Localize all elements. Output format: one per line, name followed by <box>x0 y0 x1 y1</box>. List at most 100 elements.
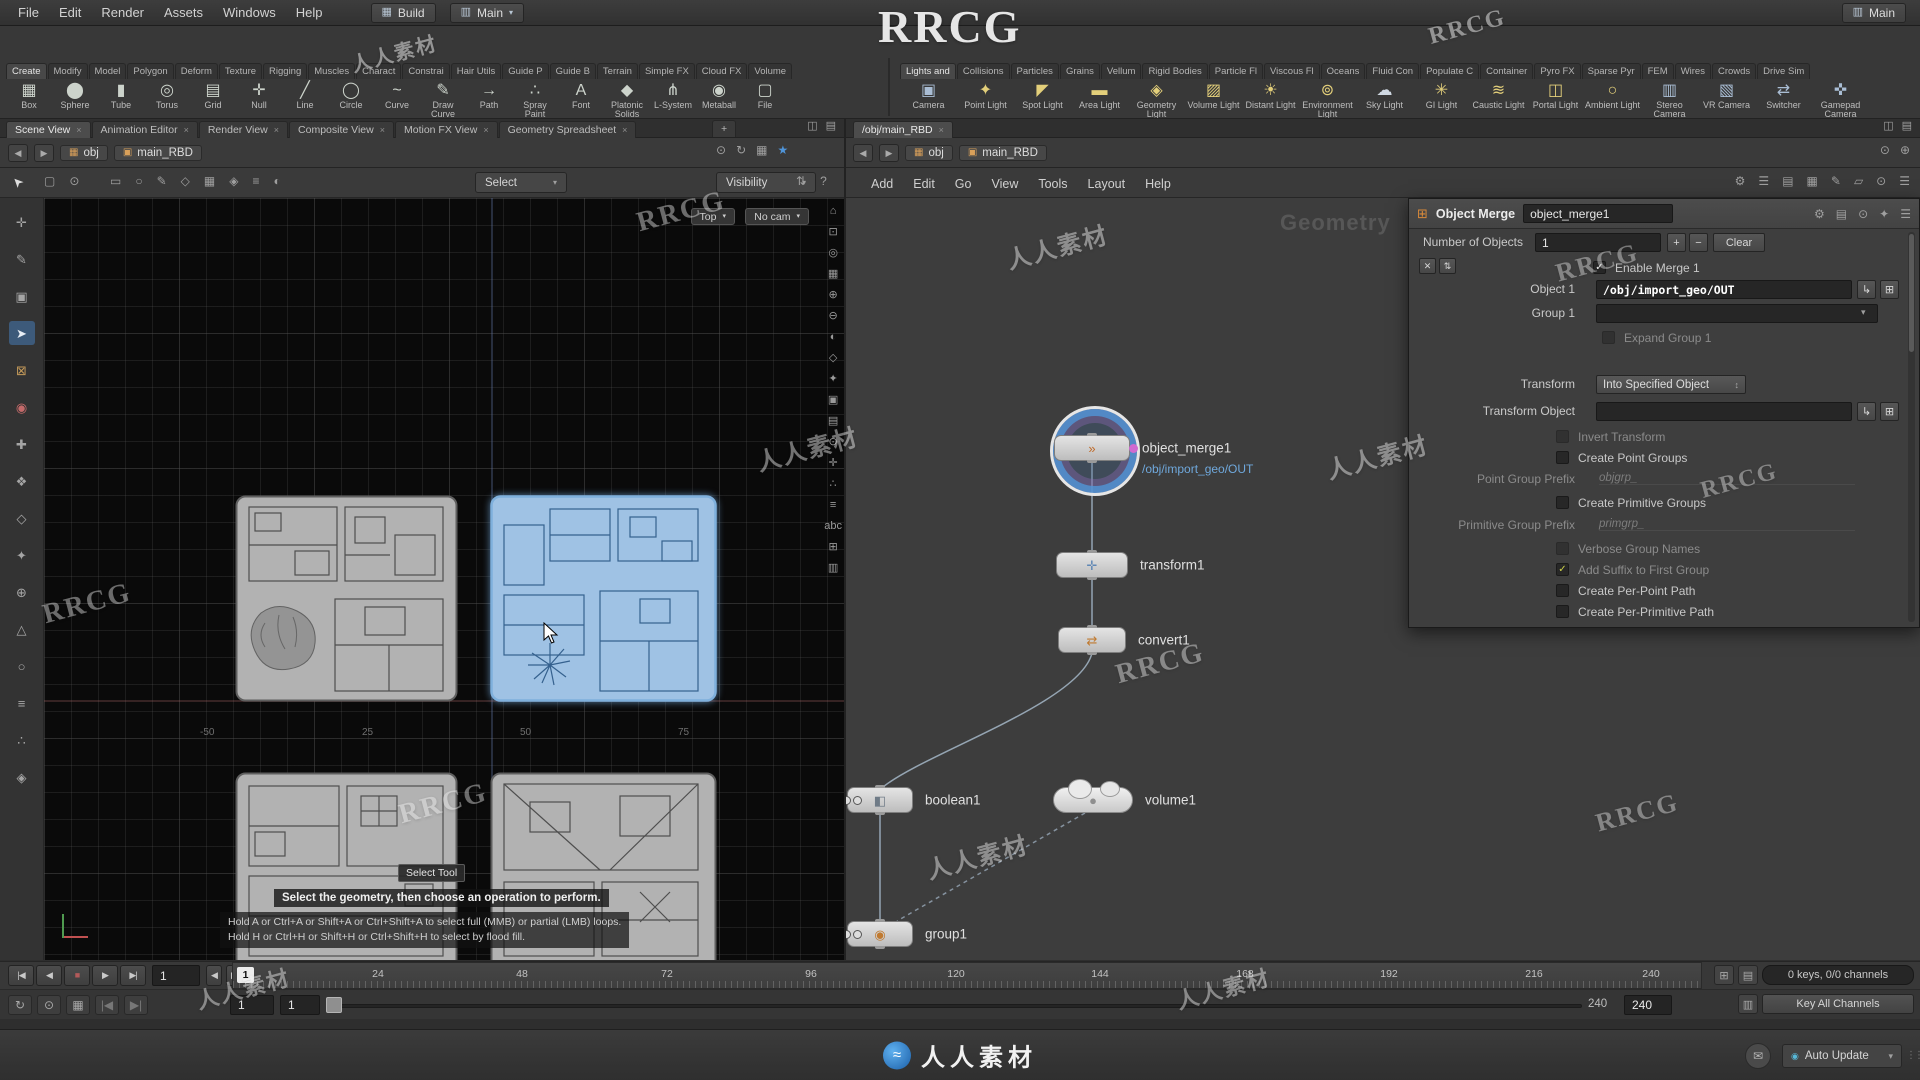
create-per-point-path-checkbox[interactable] <box>1556 584 1569 597</box>
desktop-build-button[interactable]: ▦ Build <box>370 2 436 23</box>
shelf-tool-point-light[interactable]: ✦ Point Light <box>957 80 1014 110</box>
network-menu-item[interactable]: Help <box>1135 174 1181 194</box>
delete-instance-button[interactable]: ✕ <box>1419 258 1436 274</box>
shelf-tool-spray-paint[interactable]: ∴ Spray Paint <box>512 80 558 118</box>
pane-pane-layout[interactable]: ▤ <box>826 121 836 132</box>
node-convert1[interactable]: ⇄ convert1 <box>1058 625 1190 655</box>
net-find[interactable]: ⊙ <box>1876 175 1886 187</box>
shelf-tool-gamepad-camera[interactable]: ✜ Gamepad Camera <box>1812 80 1869 118</box>
ltool-handles[interactable]: ▣ <box>9 284 35 308</box>
transport-jump-start[interactable]: |◀ <box>8 965 34 986</box>
vtb-select-box[interactable]: ▭ <box>110 175 121 187</box>
vtb-snap-mode[interactable]: ⊙ <box>69 175 79 187</box>
create-primitive-groups-checkbox[interactable] <box>1556 496 1569 509</box>
shelf-tool-metaball[interactable]: ◉ Metaball <box>696 80 742 110</box>
vstrip-view-persp[interactable]: ◎ <box>828 248 838 259</box>
shelf-tab[interactable]: FEM <box>1641 63 1674 79</box>
net-edit-badges[interactable]: ✎ <box>1831 175 1841 187</box>
network-menu-item[interactable]: Tools <box>1028 174 1077 194</box>
network-menu-item[interactable]: Layout <box>1078 174 1136 194</box>
close-icon[interactable]: × <box>184 125 189 135</box>
shelf-tab[interactable]: Texture <box>218 63 263 79</box>
key-options-icon[interactable]: ▥ <box>1738 994 1758 1014</box>
vstrip-view-cam[interactable]: ▣ <box>828 395 838 406</box>
shelf-tab[interactable]: Deform <box>174 63 218 79</box>
close-icon[interactable]: × <box>274 125 279 135</box>
add-suffix-checkbox[interactable]: ✓ <box>1556 563 1569 576</box>
ltool-volatile[interactable]: ✛ <box>9 210 35 234</box>
back-icon[interactable]: ◀ <box>8 144 28 162</box>
path-node-chip[interactable]: ▣ main_RBD <box>113 145 202 161</box>
parm-presets[interactable]: ▤ <box>1836 208 1847 220</box>
expand-group-checkbox[interactable] <box>1602 331 1615 344</box>
shelf-tool-distant-light[interactable]: ☀ Distant Light <box>1242 80 1299 110</box>
menu-item[interactable]: Windows <box>213 2 286 23</box>
vstrip-view-axis[interactable]: ✛ <box>829 458 838 469</box>
path-history[interactable]: ↻ <box>736 144 746 156</box>
shelf-tab[interactable]: Crowds <box>1711 63 1757 79</box>
vtb-show-handles[interactable]: ▢ <box>44 175 55 187</box>
vstrip-abc-display[interactable]: abc <box>824 521 842 532</box>
net-list-view[interactable]: ▤ <box>1782 175 1793 187</box>
close-icon[interactable]: × <box>76 125 81 135</box>
menu-item[interactable]: File <box>8 2 49 23</box>
range-slider-track[interactable] <box>330 1004 1582 1008</box>
shelf-tab[interactable]: Drive Sim <box>1757 63 1811 79</box>
object1-field[interactable]: /obj/import_geo/OUT <box>1596 280 1852 299</box>
shelf-tab[interactable]: Modify <box>47 63 88 79</box>
shelf-tab[interactable]: Particles <box>1010 63 1059 79</box>
transport-play[interactable]: ▶ <box>92 965 118 986</box>
path-bookmark[interactable]: ★ <box>777 144 788 156</box>
vstrip-view-insp[interactable]: ⊞ <box>829 542 838 553</box>
desktop-main-button[interactable]: ▥ Main ▾ <box>449 2 525 23</box>
vstrip-view-light[interactable]: ✦ <box>829 374 838 385</box>
shelf-tab[interactable]: Viscous Fl <box>1264 63 1320 79</box>
floorplan-sheet-selected[interactable] <box>490 495 717 705</box>
pane-tab[interactable]: Animation Editor × <box>91 121 198 138</box>
shelf-tab[interactable]: Charact <box>356 63 402 79</box>
resize-grip-icon[interactable]: ⋮⋮ <box>1906 1050 1920 1061</box>
ltool-wire[interactable]: ◇ <box>9 506 35 530</box>
path-root-chip[interactable]: ▦ obj <box>60 145 108 161</box>
scene-viewport[interactable]: Top ▾ No cam ▾ ⌂ ⊡ ◎ ▦ ⊕ ⊖ ◐ ◇ ✦ ▣ ▤ ⊙ ✛ ∴ ≡ abc ⊞ ▥ -50 25 5… <box>44 198 845 960</box>
vstrip-view-frame[interactable]: ⊡ <box>829 227 838 238</box>
ltool-star[interactable]: ✦ <box>9 543 35 567</box>
shelf-tool-circle[interactable]: ◯ Circle <box>328 80 374 110</box>
shelf-tool-gi-light[interactable]: ✳ GI Light <box>1413 80 1470 110</box>
shelf-tab[interactable]: Simple FX <box>638 63 695 79</box>
parm-search[interactable]: ⊙ <box>1858 208 1868 220</box>
vstrip-view-snap[interactable]: ⊙ <box>829 437 838 448</box>
back-icon[interactable]: ◀ <box>853 144 873 162</box>
pane-split-pane[interactable]: ◫ <box>1883 121 1893 132</box>
ltool-add[interactable]: ✚ <box>9 432 35 456</box>
remove-instance-button[interactable]: − <box>1689 233 1708 252</box>
shelf-tool-draw-curve[interactable]: ✎ Draw Curve <box>420 80 466 118</box>
shelf-tab[interactable]: Wires <box>1674 63 1711 79</box>
playopt-realtime-toggle[interactable]: ↻ <box>8 995 32 1015</box>
op-chooser-icon[interactable]: ⊞ <box>1880 402 1899 421</box>
pane-tab[interactable]: Render View × <box>198 121 289 138</box>
vtb-select-groups[interactable]: ≡ <box>252 175 259 187</box>
menu-item[interactable]: Assets <box>154 2 213 23</box>
pane-pane-layout[interactable]: ▤ <box>1902 121 1912 132</box>
shelf-tab[interactable]: Guide B <box>549 63 596 79</box>
range-start-field[interactable]: 1 <box>230 995 274 1015</box>
key-prev-key[interactable]: ◀ <box>206 965 222 986</box>
vstrip-view-more[interactable]: ▥ <box>828 563 838 574</box>
path-pin[interactable]: ⊙ <box>716 144 726 156</box>
select-mode-dropdown[interactable]: Select ▾ <box>475 172 567 193</box>
transport-stop[interactable]: ■ <box>64 965 90 986</box>
shelf-tab[interactable]: Cloud FX <box>695 63 748 79</box>
node-group1[interactable]: ◉ group1 <box>845 919 967 949</box>
node-name-field[interactable]: object_merge1 <box>1523 204 1674 223</box>
ltool-pivot[interactable]: ⊕ <box>9 580 35 604</box>
clear-button[interactable]: Clear <box>1713 233 1765 252</box>
vtb-select-brush[interactable]: ✎ <box>157 175 167 187</box>
node-volume1[interactable]: ● volume1 <box>1053 779 1196 813</box>
shelf-tab[interactable]: Lights and <box>900 63 956 79</box>
group1-field[interactable] <box>1596 304 1878 323</box>
shelf-tool-switcher[interactable]: ⇄ Switcher <box>1755 80 1812 110</box>
path-snapshot[interactable]: ▦ <box>756 144 767 156</box>
shelf-tab[interactable]: Guide P <box>502 63 549 79</box>
range-current-field[interactable]: 1 <box>280 995 320 1015</box>
